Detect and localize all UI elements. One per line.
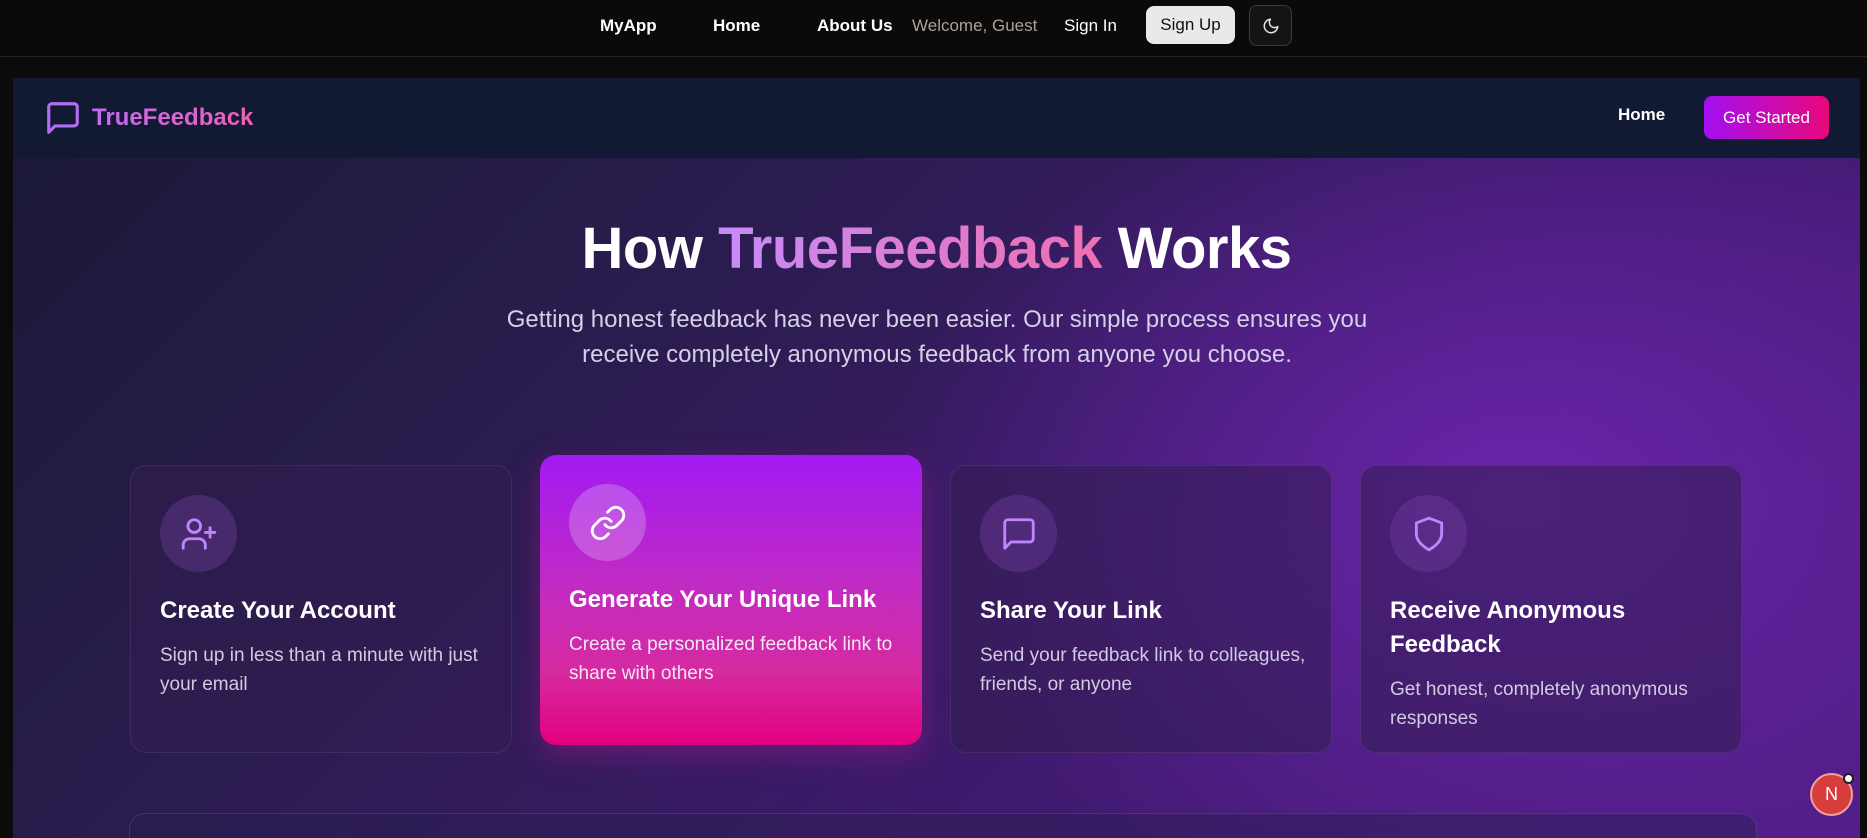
message-square-icon [47,102,79,134]
title-prefix: How [581,216,719,281]
app-header: TrueFeedback Home Get Started [13,78,1860,158]
sign-up-button[interactable]: Sign Up [1146,6,1235,44]
get-started-button[interactable]: Get Started [1704,96,1829,139]
header-home-link[interactable]: Home [1618,105,1665,125]
step-title: Receive Anonymous Feedback [1390,597,1626,658]
avatar-status-dot [1843,773,1854,784]
step-card-receive-feedback[interactable]: Receive Anonymous Feedback Get honest, c… [1360,465,1742,753]
brand-name: TrueFeedback [92,104,254,131]
step-icon-circle [980,495,1057,572]
step-icon-circle [1390,495,1467,572]
page-subtitle: Getting honest feedback has never been e… [506,306,1368,368]
step-description: Send your feedback link to colleagues, f… [980,645,1306,695]
step-title: Create Your Account [160,597,396,624]
top-navbar: MyApp Home About Us Welcome, Guest Sign … [0,0,1867,57]
title-suffix: Works [1102,216,1292,281]
nav-home-link[interactable]: Home [713,15,760,37]
step-title: Share Your Link [980,597,1162,624]
shield-icon [1414,516,1443,551]
page-title: How TrueFeedback Works [13,215,1860,282]
step-card-generate-link[interactable]: Generate Your Unique Link Create a perso… [540,455,922,745]
step-card-create-account[interactable]: Create Your Account Sign up in less than… [130,465,512,753]
title-accent: TrueFeedback [718,216,1103,281]
user-plus-icon [181,517,216,550]
step-description: Sign up in less than a minute with just … [160,645,478,695]
truefeedback-brand[interactable]: TrueFeedback [44,99,253,137]
sign-in-link[interactable]: Sign In [1064,15,1117,37]
step-title: Generate Your Unique Link [569,586,877,613]
app-frame: TrueFeedback Home Get Started How TrueFe… [13,78,1860,838]
theme-toggle-button[interactable] [1249,5,1292,46]
moon-icon [1263,18,1278,33]
step-icon-circle [569,484,646,561]
nav-about-link[interactable]: About Us [817,15,893,37]
message-square-icon [1002,517,1035,550]
link-icon [590,505,625,540]
step-description: Get honest, completely anonymous respons… [1390,679,1688,729]
myapp-brand-link[interactable]: MyApp [600,15,657,37]
next-section-panel [129,813,1757,838]
step-card-share-link[interactable]: Share Your Link Send your feedback link … [950,465,1332,753]
step-icon-circle [160,495,237,572]
step-description: Create a personalized feedback link to s… [569,634,893,684]
welcome-text: Welcome, Guest [912,16,1038,35]
